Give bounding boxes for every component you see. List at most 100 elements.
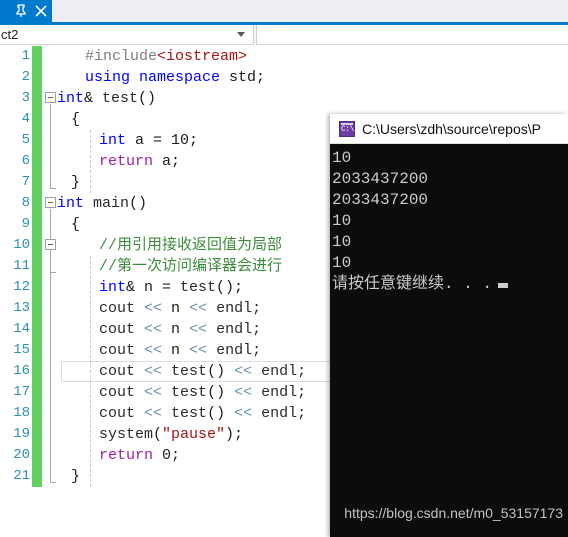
- fold-toggle-icon[interactable]: [45, 197, 56, 208]
- code-line[interactable]: using namespace std;: [85, 67, 265, 88]
- code-folding-column[interactable]: [43, 45, 57, 537]
- code-line[interactable]: int a = 10;: [99, 130, 198, 151]
- fold-range-line: [50, 251, 51, 272]
- change-bar-segment: [32, 214, 42, 235]
- code-line[interactable]: {: [71, 214, 80, 235]
- code-line[interactable]: //第一次访问编译器会进行: [99, 256, 282, 277]
- change-bar-segment: [32, 319, 42, 340]
- code-line[interactable]: return 0;: [99, 445, 180, 466]
- line-number: 12: [13, 279, 30, 295]
- change-bar-segment: [32, 88, 42, 109]
- console-output-area[interactable]: 10 2033437200 2033437200 10 10 10 请按任意键继续. . .: [330, 144, 568, 537]
- code-line[interactable]: //用引用接收返回值为局部: [99, 235, 282, 256]
- line-number: 13: [13, 300, 30, 316]
- code-token: test: [180, 279, 217, 296]
- code-token: int: [99, 279, 127, 296]
- code-line[interactable]: cout << test() << endl;: [99, 403, 306, 424]
- code-line[interactable]: int main(): [57, 193, 147, 214]
- close-icon[interactable]: [34, 4, 48, 18]
- change-bar-segment: [32, 130, 42, 151]
- code-line[interactable]: #include<iostream>: [85, 46, 247, 67]
- code-token: a =: [126, 132, 172, 149]
- change-bar-segment: [32, 46, 42, 67]
- fold-toggle-icon[interactable]: [45, 92, 56, 103]
- change-bar-segment: [32, 193, 42, 214]
- line-number: 8: [21, 195, 30, 211]
- project-selector-value: ct2: [1, 27, 19, 42]
- tab-icon-group: [14, 1, 48, 21]
- code-token: (): [207, 384, 235, 401]
- change-bar-segment: [32, 382, 42, 403]
- code-token: endl;: [207, 342, 262, 359]
- code-token: a;: [153, 153, 181, 170]
- line-number: 5: [21, 132, 30, 148]
- console-title-bar[interactable]: C:\ C:\Users\zdh\source\repos\P: [330, 114, 568, 144]
- console-window[interactable]: C:\ C:\Users\zdh\source\repos\P 10 203343…: [330, 114, 568, 537]
- code-token: ;: [171, 447, 181, 464]
- code-token: &: [84, 90, 103, 107]
- code-line[interactable]: int& test(): [57, 88, 156, 109]
- code-token: <<: [234, 384, 253, 401]
- code-line[interactable]: cout << n << endl;: [99, 319, 261, 340]
- console-prompt-line: 请按任意键继续. . .: [332, 274, 568, 295]
- member-selector-dropdown[interactable]: [256, 25, 568, 45]
- code-token: cout: [99, 300, 145, 317]
- code-token: (): [138, 90, 157, 107]
- console-output-line: 10: [332, 233, 352, 251]
- line-number: 2: [21, 69, 30, 85]
- code-token: //第一次访问编译器会进行: [99, 258, 283, 275]
- change-bar-segment: [32, 256, 42, 277]
- code-token: <<: [189, 342, 208, 359]
- code-token: }: [71, 174, 81, 191]
- change-bar-segment: [32, 424, 42, 445]
- line-number: 20: [13, 447, 30, 463]
- code-line[interactable]: {: [71, 109, 80, 130]
- line-number: 10: [13, 237, 30, 253]
- project-selector-dropdown[interactable]: ct2: [0, 25, 254, 45]
- code-line[interactable]: return a;: [99, 151, 180, 172]
- change-bar-segment: [32, 298, 42, 319]
- code-line[interactable]: }: [71, 172, 80, 193]
- change-bar-segment: [32, 151, 42, 172]
- code-token: }: [71, 468, 81, 485]
- change-bar-segment: [32, 403, 42, 424]
- code-token: "pause": [162, 426, 226, 443]
- tab-project2[interactable]: [0, 0, 52, 22]
- line-number: 9: [21, 216, 30, 232]
- code-line[interactable]: int& n = test();: [99, 277, 243, 298]
- fold-toggle-icon[interactable]: [45, 239, 56, 250]
- line-number: 3: [21, 90, 30, 106]
- code-token: endl;: [207, 300, 262, 317]
- line-number: 21: [13, 468, 30, 484]
- indent-guide: [90, 130, 91, 193]
- code-token: ();: [216, 279, 244, 296]
- line-number: 7: [21, 174, 30, 190]
- console-output-line: 10: [332, 149, 352, 167]
- change-bar-segment: [32, 445, 42, 466]
- pin-icon[interactable]: [14, 4, 28, 18]
- line-number: 4: [21, 111, 30, 127]
- code-token: test: [171, 405, 208, 422]
- code-token: main: [93, 195, 130, 212]
- code-line[interactable]: cout << n << endl;: [99, 340, 261, 361]
- code-token: return: [99, 153, 154, 170]
- fold-range-end: [50, 482, 56, 483]
- code-token: <<: [144, 300, 163, 317]
- fold-range-end: [50, 272, 56, 273]
- line-number: 16: [13, 363, 30, 379]
- code-line[interactable]: system("pause");: [99, 424, 243, 445]
- code-line[interactable]: cout << n << endl;: [99, 298, 261, 319]
- editor-navigation-bar: ct2: [0, 25, 568, 45]
- change-bar-segment: [32, 277, 42, 298]
- code-line[interactable]: }: [71, 466, 80, 487]
- chevron-down-icon[interactable]: [237, 32, 245, 37]
- code-line[interactable]: cout << test() << endl;: [99, 382, 306, 403]
- line-number: 6: [21, 153, 30, 169]
- code-token: <<: [144, 321, 163, 338]
- code-token: //用引用接收返回值为局部: [99, 237, 283, 254]
- code-token: endl;: [207, 321, 262, 338]
- code-token: n: [162, 300, 190, 317]
- code-token: test: [171, 384, 208, 401]
